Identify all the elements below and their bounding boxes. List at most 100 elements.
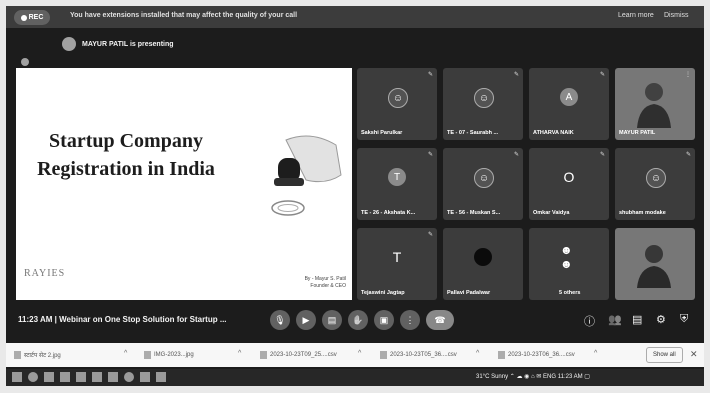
tray-icons[interactable]: ⌃ ☁ ◉ ⌂ ✉	[510, 374, 542, 380]
others-tile[interactable]: ☻☻ 5 others	[529, 228, 609, 300]
people-icon[interactable]: 👥	[608, 313, 622, 326]
participant-tile[interactable]: ✎ ☺ TE - 07 - Saurabh ...	[443, 68, 523, 140]
participant-tile[interactable]: ✎ ☺ Sakshi Parulkar	[357, 68, 437, 140]
chevron-up-icon[interactable]: ^	[358, 350, 361, 357]
presenter-video-feed	[637, 83, 671, 128]
activities-icon[interactable]: ⚙	[656, 313, 666, 326]
participant-name: ATHARVA NAIK	[533, 130, 574, 136]
participant-name: Omkar Vaidya	[533, 210, 570, 216]
participant-name: TE - 07 - Saurabh ...	[447, 130, 499, 136]
participant-tile[interactable]: ✎ ☺ shubham modake	[615, 148, 695, 220]
download-filename: 2023-10-23T05_36....csv	[390, 352, 457, 358]
recording-badge: REC	[14, 10, 50, 25]
more-options-icon[interactable]: ⋮	[685, 71, 691, 78]
participant-tile-video[interactable]: ⋮ MAYUR PATIL	[615, 68, 695, 140]
participant-name: Pallavi Padalwar	[447, 290, 491, 296]
file-icon	[260, 351, 267, 359]
participant-avatar: ☺	[646, 168, 666, 188]
meeting-control-bar: 11:23 AM | Webinar on One Stop Solution …	[6, 304, 704, 338]
windows-taskbar: 31°C Sunny ⌃ ☁ ◉ ⌂ ✉ ENG 11:23 AM ▢	[6, 369, 704, 386]
participant-name: TE - 56 - Muskan S...	[447, 210, 501, 216]
search-icon[interactable]	[28, 372, 38, 382]
side-panel-icon[interactable]	[21, 58, 29, 66]
slide-byline: By - Mayur S. Patil Founder & CEO	[288, 276, 346, 290]
download-item[interactable]: IMG-2023...jpg	[144, 351, 194, 359]
participant-tile[interactable]: ✎ O Omkar Vaidya	[529, 148, 609, 220]
present-screen-icon[interactable]: ▣	[374, 310, 394, 330]
participant-tile[interactable]: ✎ A ATHARVA NAIK	[529, 68, 609, 140]
meeting-time: 11:23 AM	[18, 315, 53, 324]
weather-text[interactable]: 31°C Sunny	[476, 374, 508, 380]
file-explorer-icon[interactable]	[76, 372, 86, 382]
participant-avatar	[474, 248, 492, 266]
mic-muted-icon: ✎	[427, 72, 433, 78]
app-icon[interactable]	[140, 372, 150, 382]
leave-call-icon[interactable]: ☎	[426, 310, 454, 330]
presenting-indicator: MAYUR PATIL is presenting	[62, 36, 174, 52]
self-video-tile[interactable]	[615, 228, 695, 300]
slide-author: By - Mayur S. Patil	[304, 276, 346, 282]
close-icon[interactable]: ✕	[690, 349, 698, 360]
meeting-title: Webinar on One Stop Solution for Startup…	[59, 315, 227, 324]
download-item[interactable]: 2023-10-23T05_36....csv	[380, 351, 457, 359]
chevron-up-icon[interactable]: ^	[594, 350, 597, 357]
notifications-icon[interactable]: ▢	[584, 374, 590, 380]
host-controls-icon[interactable]: ⛨	[680, 313, 688, 326]
chrome-icon[interactable]	[124, 372, 134, 382]
show-all-button[interactable]: Show all	[646, 347, 683, 363]
edge-icon[interactable]	[60, 372, 70, 382]
mic-muted-icon: ✎	[513, 72, 519, 78]
chevron-up-icon[interactable]: ^	[124, 350, 127, 357]
chevron-up-icon[interactable]: ^	[476, 350, 479, 357]
download-filename: 2023-10-23T06_36....csv	[508, 352, 575, 358]
windows-start-icon[interactable]	[12, 372, 22, 382]
slide-author-role: Founder & CEO	[310, 283, 346, 289]
more-options-icon[interactable]: ⋮	[400, 310, 420, 330]
participant-name: TE - 26 - Akshata K...	[361, 210, 416, 216]
app-icon[interactable]	[156, 372, 166, 382]
participant-tile[interactable]: ✎ T TE - 26 - Akshata K...	[357, 148, 437, 220]
camera-icon[interactable]: ▶	[296, 310, 316, 330]
group-avatars-icon: ☻☻	[560, 243, 573, 271]
store-icon[interactable]	[92, 372, 102, 382]
shared-slide: Startup Company Registration in India RA…	[16, 68, 352, 300]
task-view-icon[interactable]	[44, 372, 54, 382]
mic-muted-icon: ✎	[427, 152, 433, 158]
language-indicator[interactable]: ENG	[543, 374, 556, 380]
participant-avatar: ☺	[474, 88, 494, 108]
learn-more-link[interactable]: Learn more	[618, 12, 654, 19]
download-item[interactable]: 2023-10-23T09_25....csv	[260, 351, 337, 359]
file-icon	[144, 351, 151, 359]
file-icon	[380, 351, 387, 359]
mic-muted-icon: ✎	[685, 152, 691, 158]
downloads-bar: स्टार्टप सेट 2.jpg ^ IMG-2023...jpg ^ 20…	[6, 343, 704, 367]
captions-icon[interactable]: ▤	[322, 310, 342, 330]
chat-icon[interactable]: ▤	[632, 313, 642, 326]
file-icon	[498, 351, 505, 359]
participant-avatar: T	[388, 168, 406, 186]
presenting-text: MAYUR PATIL is presenting	[82, 40, 174, 48]
participant-tile[interactable]: ✎ T Tejaswini Jagtap	[357, 228, 437, 300]
chevron-up-icon[interactable]: ^	[238, 350, 241, 357]
mic-muted-icon: ✎	[599, 152, 605, 158]
download-filename: IMG-2023...jpg	[154, 352, 194, 358]
download-filename: 2023-10-23T09_25....csv	[270, 352, 337, 358]
participant-name: Sakshi Parulkar	[361, 130, 403, 136]
download-item[interactable]: स्टार्टप सेट 2.jpg	[14, 351, 61, 359]
microphone-icon[interactable]: 🎙	[270, 310, 290, 330]
participant-avatar: A	[560, 88, 578, 106]
participant-name: MAYUR PATIL	[619, 130, 656, 136]
meeting-details-icon[interactable]: ⓘ	[584, 313, 595, 329]
dismiss-button[interactable]: Dismiss	[664, 12, 689, 19]
participant-tile[interactable]: ✎ ☺ TE - 56 - Muskan S...	[443, 148, 523, 220]
extensions-banner: REC You have extensions installed that m…	[6, 6, 704, 28]
slide-logo: RAYIES	[24, 268, 66, 279]
participant-tile[interactable]: Pallavi Padalwar	[443, 228, 523, 300]
download-item[interactable]: 2023-10-23T06_36....csv	[498, 351, 575, 359]
participant-avatar: ☺	[474, 168, 494, 188]
clock[interactable]: 11:23 AM	[558, 374, 583, 380]
meeting-separator: |	[54, 315, 57, 324]
mail-icon[interactable]	[108, 372, 118, 382]
raise-hand-icon[interactable]: ✋	[348, 310, 368, 330]
self-video-feed	[637, 245, 671, 288]
